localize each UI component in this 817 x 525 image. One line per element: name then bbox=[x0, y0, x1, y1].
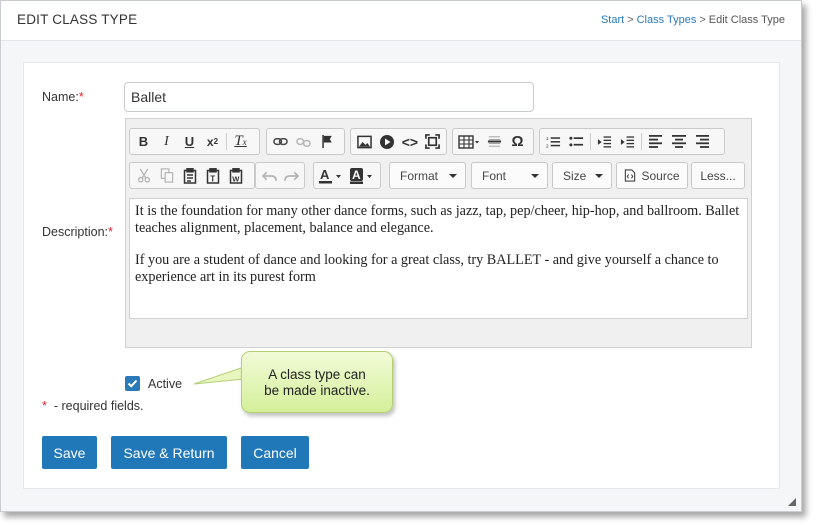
maximize-icon[interactable] bbox=[421, 130, 444, 153]
required-asterisk: * bbox=[42, 399, 47, 413]
edit-class-type-window: EDIT CLASS TYPE Start > Class Types > Edit C… bbox=[0, 0, 802, 512]
form-card: Name:* Description:* B I U x2 Tx bbox=[23, 62, 780, 489]
callout-line-2: be made inactive. bbox=[264, 383, 370, 398]
active-checkbox[interactable] bbox=[125, 376, 140, 391]
checkmark-icon bbox=[127, 379, 138, 388]
bold-icon[interactable]: B bbox=[132, 130, 155, 153]
align-left-icon[interactable] bbox=[644, 130, 667, 153]
align-right-icon[interactable] bbox=[690, 130, 713, 153]
toolbar-group-objects: Ω bbox=[452, 128, 534, 155]
paste-word-icon[interactable]: W bbox=[224, 164, 247, 187]
format-dropdown[interactable]: Format bbox=[389, 162, 466, 189]
breadcrumb-current: Edit Class Type bbox=[708, 14, 785, 26]
svg-text:1: 1 bbox=[546, 136, 549, 141]
required-fields-note: * - required fields. bbox=[42, 399, 144, 413]
name-label: Name:* bbox=[42, 90, 84, 104]
toolbar-group-colors: A A bbox=[313, 162, 381, 189]
svg-text:2: 2 bbox=[546, 143, 549, 148]
toolbar-group-undo bbox=[255, 162, 305, 189]
background-color-icon[interactable]: A bbox=[347, 164, 378, 187]
less-button[interactable]: Less... bbox=[691, 162, 745, 189]
indent-icon[interactable] bbox=[616, 130, 639, 153]
source-button-label: Source bbox=[641, 168, 680, 183]
image-icon[interactable] bbox=[353, 130, 376, 153]
text-color-icon[interactable]: A bbox=[316, 164, 347, 187]
callout-line-1: A class type can bbox=[268, 367, 366, 382]
toolbar-group-paragraph: 12 bbox=[539, 128, 725, 155]
description-paragraph: It is the foundation for many other danc… bbox=[135, 203, 740, 236]
toolbar-separator bbox=[226, 133, 227, 150]
breadcrumb-class-types-link[interactable]: Class Types bbox=[637, 14, 697, 26]
font-dropdown-label: Font bbox=[482, 168, 507, 183]
page-header: EDIT CLASS TYPE Start > Class Types > Edit C… bbox=[1, 1, 801, 41]
breadcrumb-start-link[interactable]: Start bbox=[601, 14, 624, 26]
chevron-down-icon bbox=[531, 174, 539, 178]
flag-icon[interactable] bbox=[315, 130, 338, 153]
breadcrumb-separator: > bbox=[699, 14, 706, 26]
source-code-icon[interactable]: <> bbox=[399, 130, 422, 153]
toolbar-group-insert: <> bbox=[350, 128, 447, 155]
page-title: EDIT CLASS TYPE bbox=[17, 12, 138, 27]
toolbar-separator bbox=[590, 133, 591, 150]
size-dropdown[interactable]: Size bbox=[552, 162, 612, 189]
name-input[interactable] bbox=[124, 82, 534, 112]
description-label: Description:* bbox=[42, 225, 113, 239]
horizontal-line-icon[interactable] bbox=[483, 130, 506, 153]
outdent-icon[interactable] bbox=[593, 130, 616, 153]
source-document-icon bbox=[625, 169, 636, 182]
undo-icon[interactable] bbox=[258, 164, 280, 187]
unlink-icon[interactable] bbox=[292, 130, 315, 153]
cancel-button[interactable]: Cancel bbox=[241, 436, 309, 469]
required-asterisk: * bbox=[108, 225, 113, 239]
special-character-icon[interactable]: Ω bbox=[506, 130, 529, 153]
description-paragraph: If you are a student of dance and lookin… bbox=[135, 252, 719, 285]
toolbar-separator bbox=[641, 133, 642, 150]
breadcrumb-separator: > bbox=[627, 14, 634, 26]
source-button[interactable]: Source bbox=[616, 162, 688, 189]
name-label-text: Name: bbox=[42, 90, 79, 104]
underline-icon[interactable]: U bbox=[178, 130, 201, 153]
align-center-icon[interactable] bbox=[667, 130, 690, 153]
size-dropdown-label: Size bbox=[563, 168, 587, 183]
remove-format-icon[interactable]: Tx bbox=[229, 130, 252, 153]
table-icon[interactable] bbox=[455, 130, 483, 153]
bulleted-list-icon[interactable] bbox=[565, 130, 588, 153]
active-label: Active bbox=[148, 377, 183, 391]
chevron-down-icon bbox=[595, 174, 603, 178]
toolbar-group-clipboard: T W bbox=[129, 162, 255, 189]
callout-pointer bbox=[194, 366, 245, 385]
editor-content[interactable]: It is the foundation for many other danc… bbox=[129, 198, 748, 319]
resize-grip-icon[interactable] bbox=[788, 498, 796, 506]
chevron-down-icon bbox=[449, 174, 457, 178]
save-button[interactable]: Save bbox=[42, 436, 97, 469]
svg-text:A: A bbox=[352, 168, 361, 182]
save-and-return-button[interactable]: Save & Return bbox=[111, 436, 227, 469]
font-dropdown[interactable]: Font bbox=[471, 162, 548, 189]
paste-text-icon[interactable]: T bbox=[201, 164, 224, 187]
toolbar-group-basicstyles: B I U x2 Tx bbox=[129, 128, 260, 155]
video-play-icon[interactable] bbox=[376, 130, 399, 153]
svg-text:T: T bbox=[210, 174, 215, 183]
description-label-text: Description: bbox=[42, 225, 108, 239]
required-fields-text: - required fields. bbox=[53, 399, 144, 413]
paste-icon[interactable] bbox=[178, 164, 201, 187]
cut-icon[interactable] bbox=[132, 164, 155, 187]
format-dropdown-label: Format bbox=[400, 168, 439, 183]
required-asterisk: * bbox=[78, 90, 84, 104]
link-icon[interactable] bbox=[269, 130, 292, 153]
italic-icon[interactable]: I bbox=[155, 130, 178, 153]
svg-text:W: W bbox=[232, 174, 240, 183]
breadcrumb: Start > Class Types > Edit Class Type bbox=[601, 14, 785, 26]
callout-tooltip: A class type can be made inactive. bbox=[241, 351, 393, 413]
superscript-icon[interactable]: x2 bbox=[201, 130, 224, 153]
rich-text-editor: B I U x2 Tx <> Ω 1 2 T W A A Format Font… bbox=[125, 118, 752, 348]
copy-icon[interactable] bbox=[155, 164, 178, 187]
svg-text:A: A bbox=[320, 168, 330, 182]
redo-icon[interactable] bbox=[280, 164, 302, 187]
numbered-list-icon[interactable]: 12 bbox=[542, 130, 565, 153]
toolbar-group-links bbox=[266, 128, 345, 155]
